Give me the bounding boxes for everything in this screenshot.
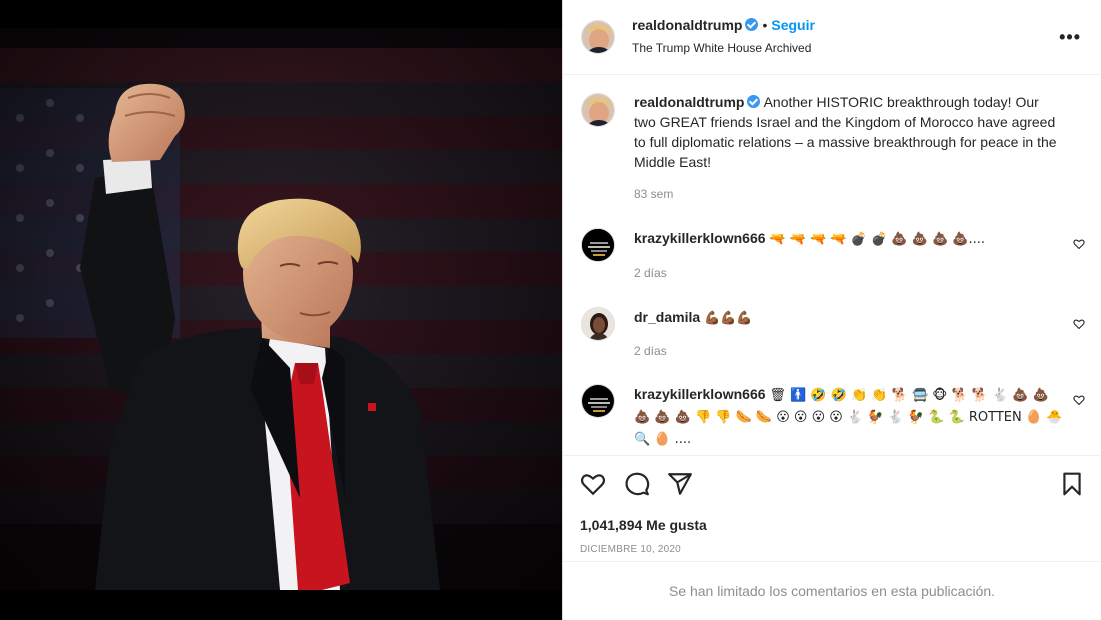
like-comment-heart-icon[interactable] xyxy=(1073,318,1085,330)
verified-badge-icon xyxy=(745,18,759,31)
post-actions: 1,041,894 Me gusta DICIEMBRE 10, 2020 xyxy=(563,455,1101,561)
comments-limited-notice: Se han limitado los comentarios en esta … xyxy=(563,561,1101,620)
author-line: realdonaldtrump • Seguir xyxy=(632,17,815,33)
photo-letterbox-bottom xyxy=(0,590,562,620)
caption-age: 83 sem xyxy=(634,187,674,201)
post-image xyxy=(0,28,562,590)
caption: realdonaldtrump Another HISTORIC breakth… xyxy=(563,93,1101,203)
verified-badge-icon xyxy=(747,95,761,108)
bookmark-icon[interactable] xyxy=(1059,471,1085,497)
author-subtitle[interactable]: The Trump White House Archived xyxy=(632,41,811,55)
like-comment-heart-icon[interactable] xyxy=(1073,238,1085,250)
comment-username[interactable]: krazykillerklown666 xyxy=(634,386,766,402)
separator-dot: • xyxy=(762,17,768,33)
commenter-avatar[interactable] xyxy=(581,384,615,418)
comment-username[interactable]: dr_damila xyxy=(634,309,700,325)
heart-icon[interactable] xyxy=(580,471,606,497)
post-header: realdonaldtrump • Seguir The Trump White H… xyxy=(563,0,1101,75)
comments-list[interactable]: realdonaldtrump Another HISTORIC breakth… xyxy=(563,76,1101,455)
post-detail-panel: realdonaldtrump • Seguir The Trump White H… xyxy=(562,0,1101,620)
commenter-avatar[interactable] xyxy=(581,307,615,341)
comment-text: krazykillerklown666 🗑 🚹 🤣 🤣 👏 👏 🐕 🚍 🐵 🐕 … xyxy=(634,384,1064,450)
comment-icon[interactable] xyxy=(624,471,650,497)
caption-username[interactable]: realdonaldtrump xyxy=(634,94,744,110)
comment-username[interactable]: krazykillerklown666 xyxy=(634,230,766,246)
comment-body: 💪🏾💪🏾💪🏾 xyxy=(704,311,753,326)
author-avatar[interactable] xyxy=(581,93,615,127)
commenter-avatar[interactable] xyxy=(581,228,615,262)
like-comment-heart-icon[interactable] xyxy=(1073,394,1085,406)
author-avatar[interactable] xyxy=(581,20,615,54)
comment-age: 2 días xyxy=(634,344,667,358)
comment-item: dr_damila 💪🏾💪🏾💪🏾 2 días xyxy=(563,307,1101,367)
follow-button[interactable]: Seguir xyxy=(771,17,815,33)
comment-text: dr_damila 💪🏾💪🏾💪🏾 xyxy=(634,307,1064,329)
author-username[interactable]: realdonaldtrump xyxy=(632,17,742,33)
share-icon[interactable] xyxy=(667,471,693,497)
likes-count[interactable]: 1,041,894 Me gusta xyxy=(580,517,707,533)
post-date[interactable]: DICIEMBRE 10, 2020 xyxy=(580,544,681,555)
caption-text: realdonaldtrump Another HISTORIC breakth… xyxy=(634,92,1064,172)
comment-text: krazykillerklown666 🔫 🔫 🔫 🔫 💣 💣 💩 💩 💩 💩.… xyxy=(634,228,1064,250)
photo-letterbox-top xyxy=(0,0,562,28)
comment-item: krazykillerklown666 🗑 🚹 🤣 🤣 👏 👏 🐕 🚍 🐵 🐕 … xyxy=(563,384,1101,455)
post-photo[interactable] xyxy=(0,0,562,620)
comment-body: 🔫 🔫 🔫 🔫 💣 💣 💩 💩 💩 💩.... xyxy=(769,232,986,247)
comment-item: krazykillerklown666 🔫 🔫 🔫 🔫 💣 💣 💩 💩 💩 💩.… xyxy=(563,228,1101,288)
more-options-icon[interactable]: ••• xyxy=(1059,27,1081,48)
comment-age: 2 días xyxy=(634,266,667,280)
